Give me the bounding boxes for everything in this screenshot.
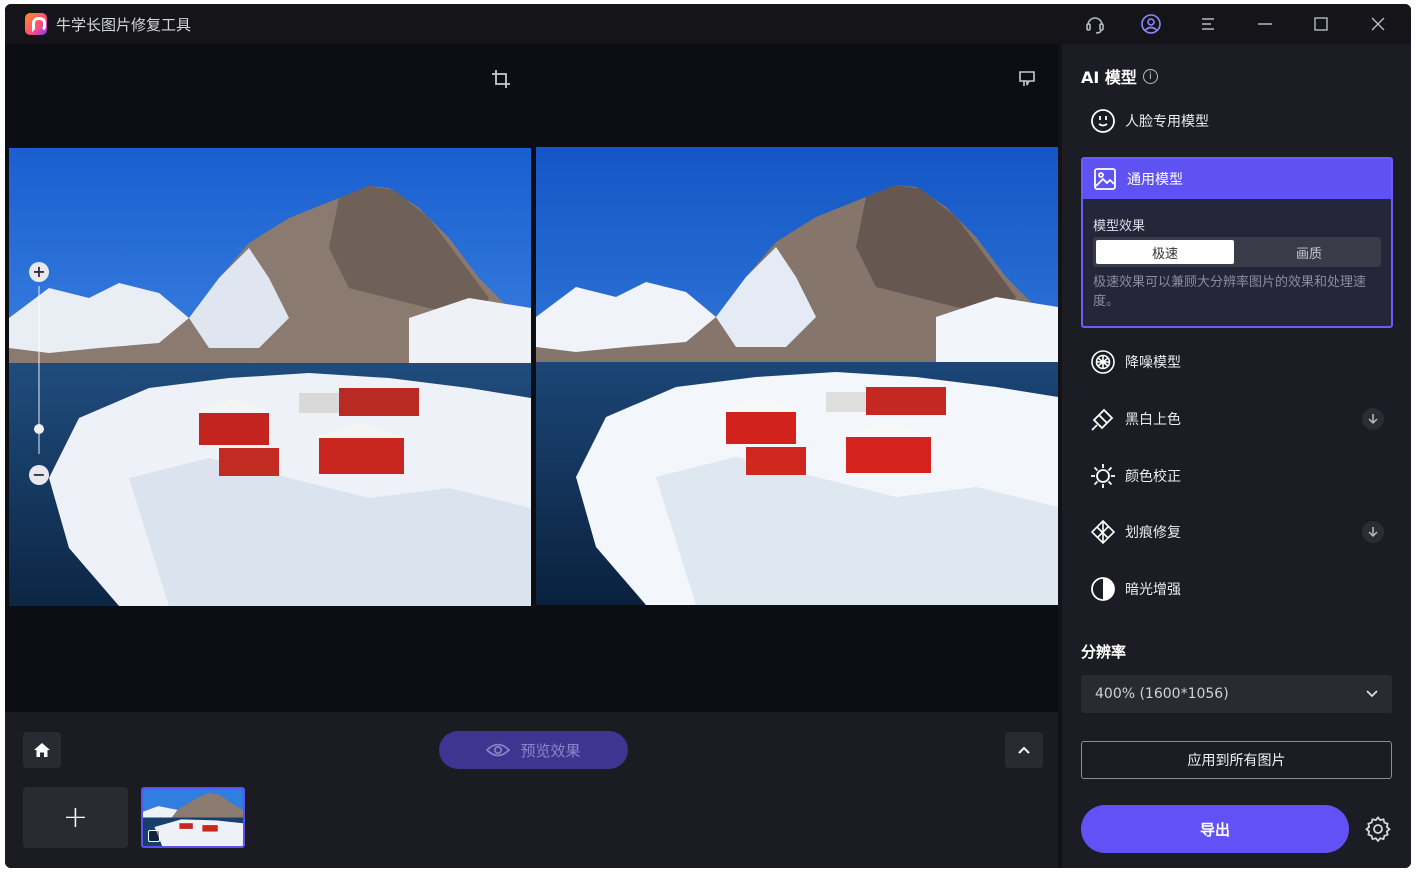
image-icon bbox=[1092, 166, 1118, 192]
scratch-icon bbox=[1090, 519, 1116, 545]
zoom-in-button[interactable]: + bbox=[29, 262, 49, 282]
model-label: 降噪模型 bbox=[1125, 355, 1181, 371]
app-window: 牛学长图片修复工具 + − 预览效果 + AI 模型 i 人脸专用模型 通用模型… bbox=[5, 4, 1411, 868]
model-item-general[interactable]: 通用模型 模型效果 极速 画质 极速效果可以兼顾大分辨率图片的效果和处理速度。 bbox=[1081, 157, 1393, 328]
model-item-face[interactable]: 人脸专用模型 bbox=[1081, 102, 1392, 140]
effect-selector: 极速 画质 bbox=[1093, 237, 1381, 267]
resolution-label: 分辨率 bbox=[1081, 643, 1127, 661]
denoise-icon bbox=[1090, 349, 1116, 375]
panel-title: AI 模型 i bbox=[1081, 64, 1158, 88]
contrast-icon bbox=[1090, 576, 1116, 602]
panel-title-text: AI 模型 bbox=[1081, 68, 1137, 87]
image-canvas: + − bbox=[5, 44, 1058, 712]
model-item-color-correction[interactable]: 颜色校正 bbox=[1081, 457, 1392, 495]
model-label: 黑白上色 bbox=[1125, 412, 1181, 428]
resolution-value: 400% (1600*1056) bbox=[1095, 686, 1229, 702]
menu-icon[interactable] bbox=[1196, 12, 1220, 36]
face-icon bbox=[1090, 108, 1116, 134]
close-icon[interactable] bbox=[1366, 12, 1390, 36]
title-bar: 牛学长图片修复工具 bbox=[5, 4, 1411, 44]
collapse-button[interactable] bbox=[1005, 732, 1043, 768]
app-title: 牛学长图片修复工具 bbox=[56, 16, 192, 34]
download-icon bbox=[1368, 414, 1378, 425]
image-thumbnail[interactable] bbox=[141, 787, 245, 848]
ai-model-panel: AI 模型 i 人脸专用模型 通用模型 模型效果 极速 画质 极速效果可以兼顾大 bbox=[1062, 44, 1411, 868]
model-label: 暗光增强 bbox=[1125, 582, 1181, 598]
model-item-colorize[interactable]: 黑白上色 bbox=[1081, 400, 1392, 438]
zoom-control: + − bbox=[27, 262, 53, 485]
crop-icon[interactable] bbox=[490, 68, 512, 90]
preview-effect-button[interactable]: 预览效果 bbox=[439, 731, 628, 769]
sun-icon bbox=[1090, 463, 1116, 489]
chevron-down-icon bbox=[1366, 690, 1378, 698]
export-button[interactable]: 导出 bbox=[1081, 805, 1349, 853]
app-logo-icon bbox=[25, 13, 47, 35]
eye-icon bbox=[486, 743, 511, 757]
user-account-icon[interactable] bbox=[1139, 12, 1163, 36]
model-label: 划痕修复 bbox=[1125, 525, 1181, 541]
model-item-low-light[interactable]: 暗光增强 bbox=[1081, 570, 1392, 608]
add-image-button[interactable]: + bbox=[23, 787, 128, 848]
bottom-bar: 预览效果 + bbox=[5, 712, 1058, 868]
model-label: 颜色校正 bbox=[1125, 469, 1181, 485]
original-image bbox=[9, 148, 531, 606]
support-icon[interactable] bbox=[1083, 12, 1107, 36]
apply-all-button[interactable]: 应用到所有图片 bbox=[1081, 741, 1392, 779]
chevron-up-icon bbox=[1018, 746, 1030, 754]
feedback-icon[interactable] bbox=[1016, 68, 1038, 90]
colorize-icon bbox=[1090, 406, 1116, 432]
effect-description: 极速效果可以兼顾大分辨率图片的效果和处理速度。 bbox=[1093, 275, 1367, 309]
settings-gear-icon[interactable] bbox=[1364, 815, 1392, 843]
model-label: 人脸专用模型 bbox=[1125, 114, 1209, 130]
model-item-denoise[interactable]: 降噪模型 bbox=[1081, 343, 1392, 381]
maximize-icon[interactable] bbox=[1309, 12, 1333, 36]
minimize-icon[interactable] bbox=[1253, 12, 1277, 36]
download-model-button[interactable] bbox=[1362, 521, 1384, 543]
model-item-scratch-repair[interactable]: 划痕修复 bbox=[1081, 513, 1392, 551]
info-icon[interactable]: i bbox=[1142, 68, 1158, 84]
download-icon bbox=[1368, 527, 1378, 538]
home-icon bbox=[34, 743, 50, 757]
preview-effect-label: 预览效果 bbox=[520, 741, 581, 760]
effect-option-fast[interactable]: 极速 bbox=[1096, 240, 1234, 264]
home-button[interactable] bbox=[23, 732, 61, 768]
model-label: 通用模型 bbox=[1127, 172, 1183, 188]
download-model-button[interactable] bbox=[1362, 408, 1384, 430]
zoom-slider-handle[interactable] bbox=[34, 423, 44, 434]
resolution-select[interactable]: 400% (1600*1056) bbox=[1081, 675, 1392, 713]
effect-label: 模型效果 bbox=[1093, 219, 1146, 234]
zoom-out-button[interactable]: − bbox=[29, 465, 49, 485]
enhanced-image bbox=[536, 147, 1058, 605]
image-type-icon bbox=[148, 830, 160, 842]
effect-option-quality[interactable]: 画质 bbox=[1240, 240, 1378, 264]
